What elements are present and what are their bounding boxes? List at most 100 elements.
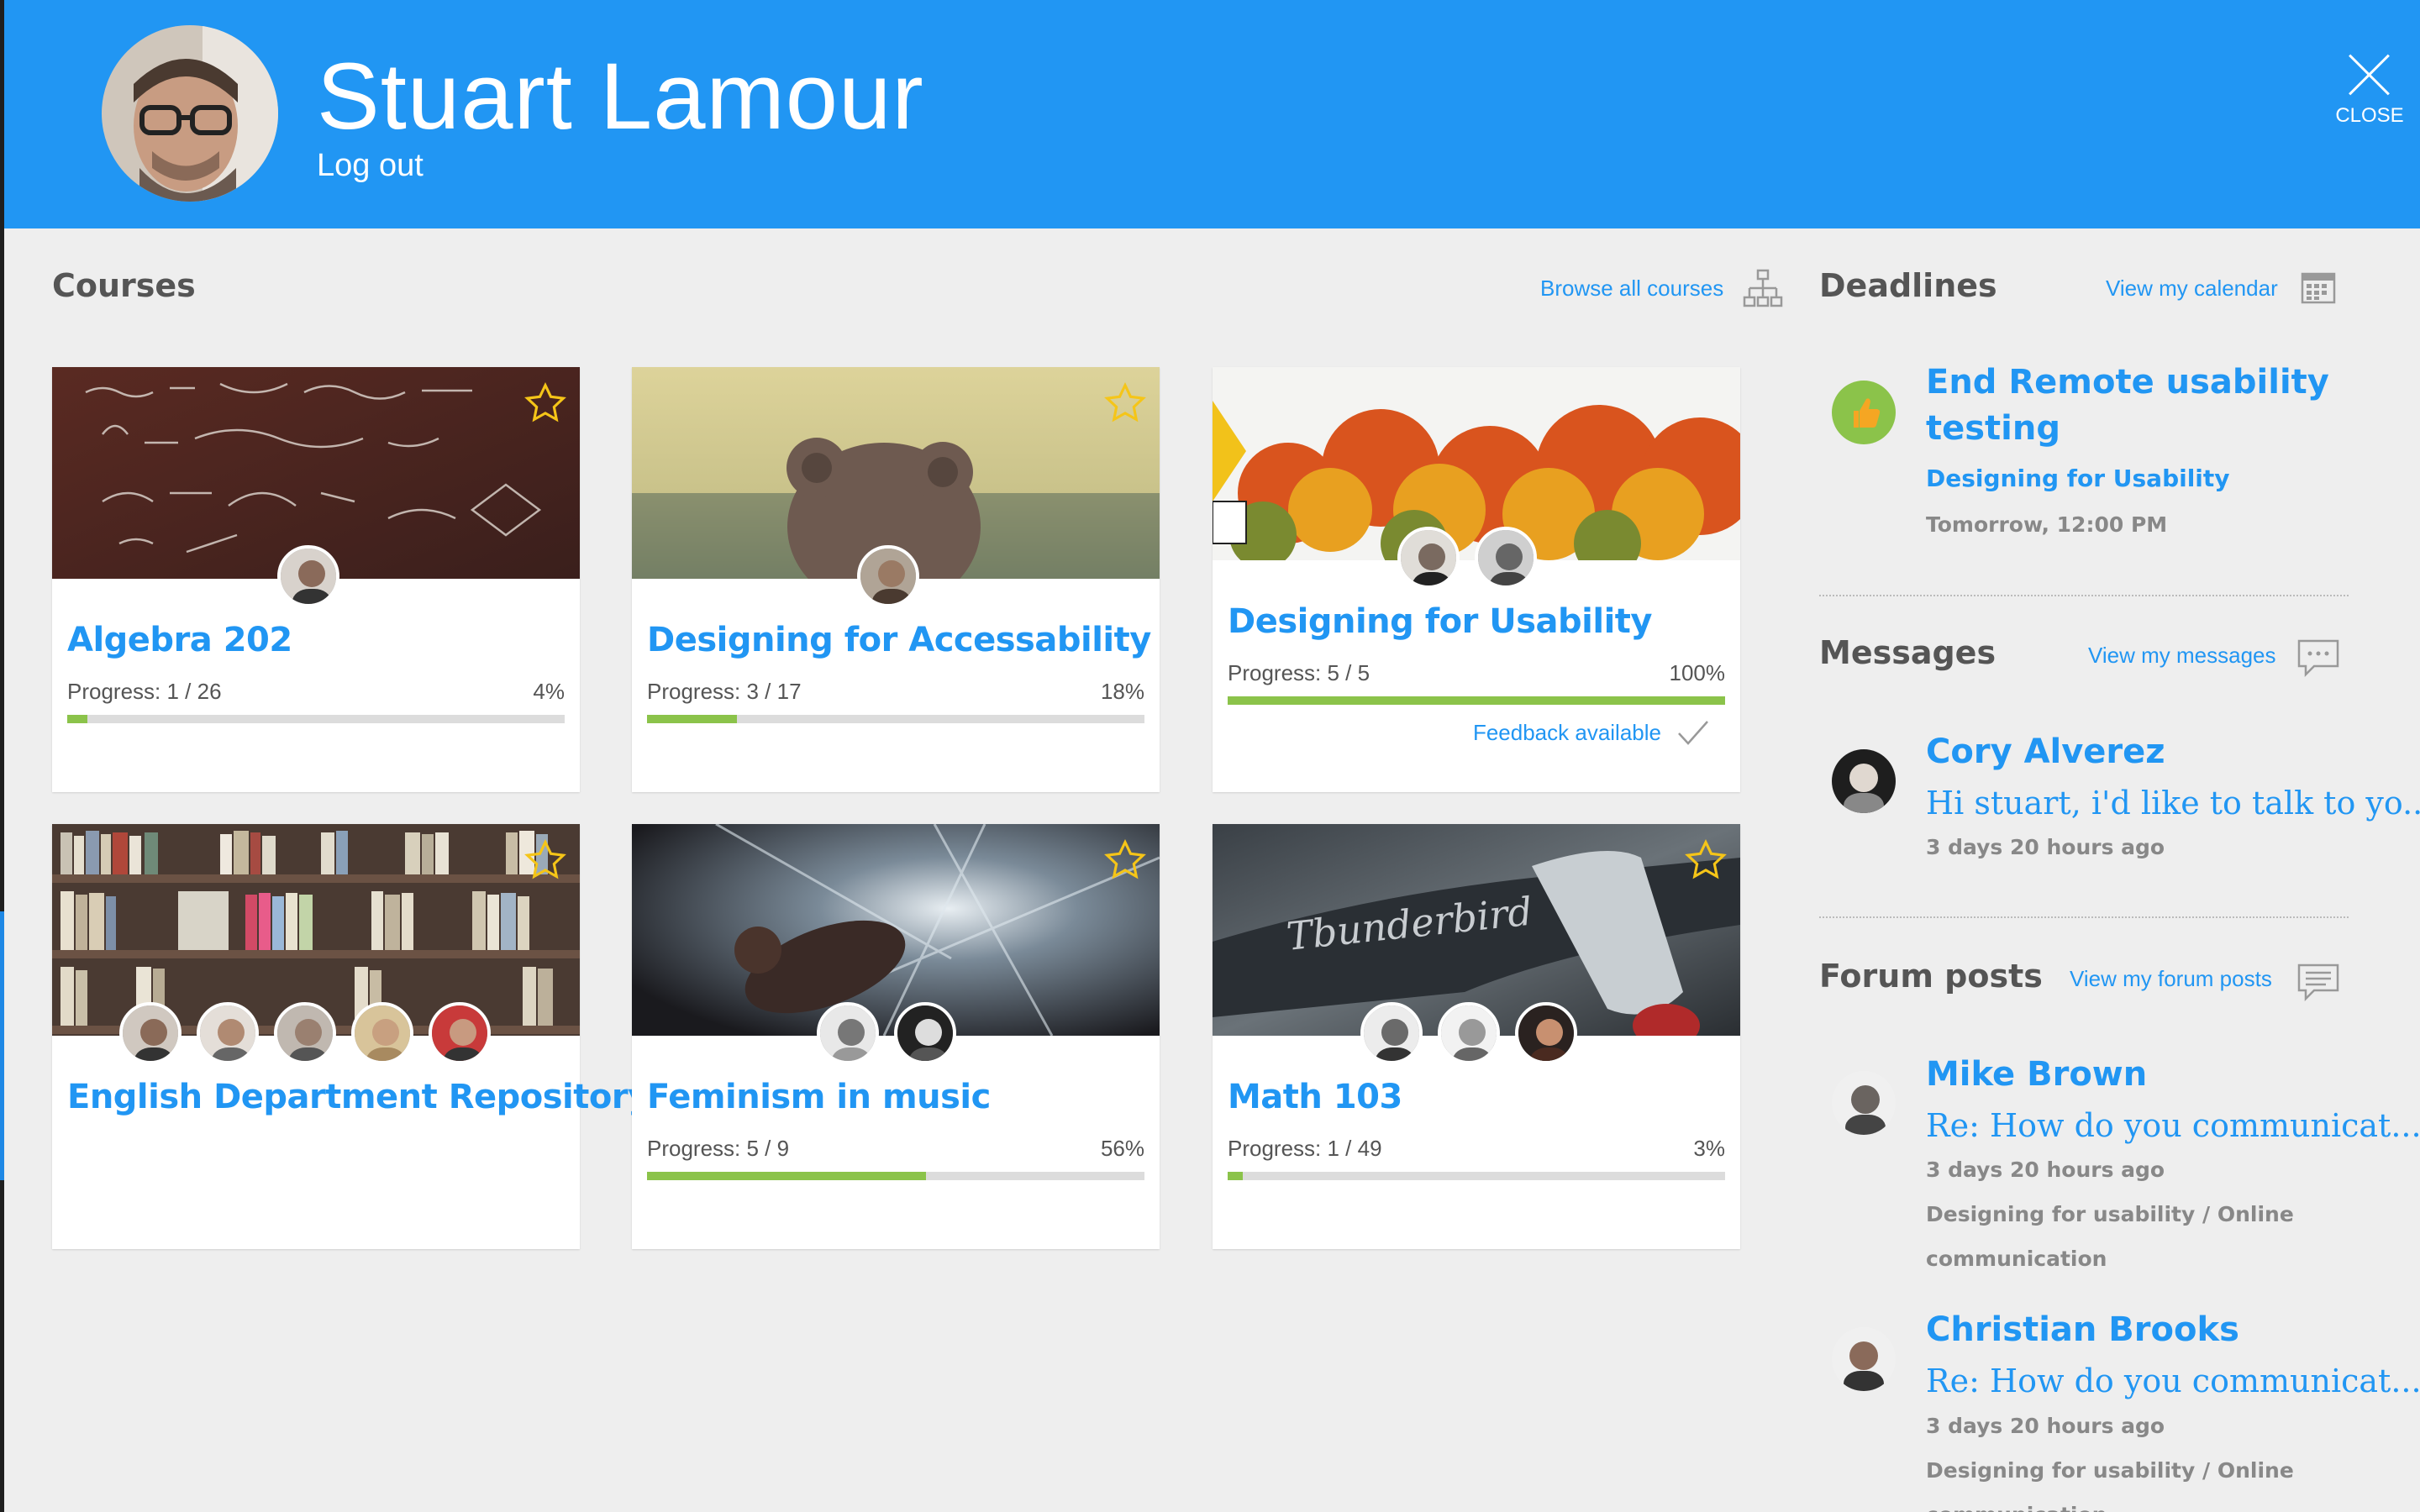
progress-label: Progress: 5 / 5: [1228, 660, 1370, 685]
sitemap-icon[interactable]: [1743, 269, 1783, 307]
favorite-star-icon[interactable]: [1102, 837, 1148, 883]
progress-label: Progress: 3 / 17: [647, 679, 802, 704]
message-preview[interactable]: Hi stuart, i'd like to talk to yo...: [1926, 785, 2420, 822]
member-avatar[interactable]: [274, 1002, 336, 1064]
divider: [1819, 916, 2349, 918]
view-forum-posts-link[interactable]: View my forum posts: [2070, 966, 2272, 992]
forum-context-line2: communication: [1926, 1503, 2107, 1512]
course-title[interactable]: Algebra 202: [67, 621, 292, 659]
deadline-title-line1[interactable]: End Remote usability: [1926, 363, 2329, 402]
close-button[interactable]: CLOSE: [2328, 50, 2412, 134]
member-avatar[interactable]: [1397, 527, 1460, 589]
deadline-due: Tomorrow, 12:00 PM: [1926, 512, 2168, 537]
progress-percent: 56%: [1100, 1136, 1144, 1161]
progress-fill: [647, 715, 737, 723]
close-label: CLOSE: [2335, 104, 2404, 127]
progress-bar: [1228, 1172, 1725, 1180]
course-card-english-department-repository[interactable]: English Department Repository: [52, 824, 650, 1249]
progress-label: Progress: 1 / 26: [67, 679, 222, 704]
logout-link[interactable]: Log out: [317, 148, 424, 184]
course-members: [119, 1002, 491, 1064]
progress-bar: [1228, 696, 1725, 705]
forum-time: 3 days 20 hours ago: [1926, 1414, 2165, 1438]
messages-heading: Messages: [1819, 634, 1996, 671]
member-avatar[interactable]: [1438, 1002, 1500, 1064]
progress-fill: [647, 1172, 926, 1180]
progress-bar: [647, 715, 1144, 723]
deadline-course[interactable]: Designing for Usability: [1926, 465, 2230, 492]
member-avatar[interactable]: [1515, 1002, 1577, 1064]
favorite-star-icon[interactable]: [523, 837, 568, 883]
progress-percent: 18%: [1100, 679, 1144, 704]
browse-courses-link[interactable]: Browse all courses: [1540, 276, 1723, 302]
message-time: 3 days 20 hours ago: [1926, 835, 2165, 859]
member-avatar[interactable]: [1360, 1002, 1423, 1064]
view-messages-link[interactable]: View my messages: [2088, 643, 2276, 669]
forum-author[interactable]: Christian Brooks: [1926, 1310, 2239, 1349]
forum-time: 3 days 20 hours ago: [1926, 1158, 2165, 1182]
calendar-icon[interactable]: [2301, 270, 2336, 304]
course-card-math-103[interactable]: Tbunderbird Math 103 Progress: 1 / 49 3%: [1213, 824, 1740, 1249]
member-avatar[interactable]: [857, 545, 919, 607]
member-avatar[interactable]: [817, 1002, 879, 1064]
member-avatar[interactable]: [1475, 527, 1537, 589]
forum-posts-heading: Forum posts: [1819, 958, 2043, 995]
user-name: Stuart Lamour: [317, 44, 924, 149]
progress-percent: 100%: [1669, 660, 1726, 685]
progress-fill: [67, 715, 87, 723]
course-title[interactable]: Feminism in music: [647, 1078, 991, 1116]
progress-fill: [1228, 1172, 1243, 1180]
progress-percent: 3%: [1693, 1136, 1725, 1161]
close-icon: [2346, 50, 2393, 97]
course-title[interactable]: English Department Repository: [67, 1078, 650, 1116]
forum-context: Designing for usability / Online: [1926, 1202, 2294, 1226]
courses-heading: Courses: [52, 267, 196, 304]
divider: [1819, 595, 2349, 596]
deadlines-heading: Deadlines: [1819, 267, 1997, 304]
forum-subject[interactable]: Re: How do you communicat...: [1926, 1107, 2420, 1144]
progress-bar: [67, 715, 565, 723]
author-avatar[interactable]: [1832, 1071, 1896, 1135]
thumbs-up-icon: [1832, 381, 1896, 444]
member-avatar[interactable]: [429, 1002, 491, 1064]
course-title[interactable]: Designing for Accessability: [647, 621, 1151, 659]
member-avatar[interactable]: [119, 1002, 182, 1064]
view-calendar-link[interactable]: View my calendar: [2106, 276, 2278, 302]
course-card-designing-for-usability[interactable]: Designing for Usability Progress: 5 / 5 …: [1213, 367, 1740, 792]
favorite-star-icon[interactable]: [1102, 381, 1148, 426]
course-members: [857, 545, 919, 607]
member-avatar[interactable]: [197, 1002, 259, 1064]
feedback-available-link[interactable]: Feedback available: [1473, 718, 1710, 747]
feedback-label: Feedback available: [1472, 719, 1661, 745]
progress-fill: [1228, 696, 1725, 705]
course-card-designing-for-accessability[interactable]: Designing for Accessability Progress: 3 …: [632, 367, 1160, 792]
favorite-star-icon[interactable]: [523, 381, 568, 426]
author-avatar[interactable]: [1832, 1327, 1896, 1391]
message-sender[interactable]: Cory Alverez: [1926, 732, 2165, 771]
profile-header: Stuart Lamour Log out CLOSE: [4, 0, 2420, 228]
member-avatar[interactable]: [894, 1002, 956, 1064]
user-avatar[interactable]: [102, 25, 278, 202]
course-card-feminism-in-music[interactable]: Feminism in music Progress: 5 / 9 56%: [632, 824, 1160, 1249]
progress-bar: [647, 1172, 1144, 1180]
forum-context-line2: communication: [1926, 1247, 2107, 1271]
member-avatar[interactable]: [351, 1002, 413, 1064]
sender-avatar[interactable]: [1832, 749, 1896, 813]
forum-subject[interactable]: Re: How do you communicat...: [1926, 1362, 2420, 1399]
forum-context: Designing for usability / Online: [1926, 1458, 2294, 1483]
forum-author[interactable]: Mike Brown: [1926, 1055, 2147, 1094]
course-card-algebra-202[interactable]: Algebra 202 Progress: 1 / 26 4%: [52, 367, 580, 792]
course-members: [1397, 527, 1537, 589]
course-members: [277, 545, 339, 607]
chat-bubble-icon[interactable]: [2296, 638, 2340, 677]
forum-icon[interactable]: [2296, 963, 2340, 1001]
window-edge-accent: [0, 911, 4, 1180]
favorite-star-icon[interactable]: [1683, 837, 1728, 883]
deadline-title-line2[interactable]: testing: [1926, 409, 2060, 448]
course-members: [817, 1002, 956, 1064]
checkmark-icon: [1678, 721, 1708, 745]
member-avatar[interactable]: [277, 545, 339, 607]
progress-label: Progress: 5 / 9: [647, 1136, 790, 1161]
course-title[interactable]: Designing for Usability: [1228, 602, 1652, 641]
course-title[interactable]: Math 103: [1228, 1078, 1402, 1116]
